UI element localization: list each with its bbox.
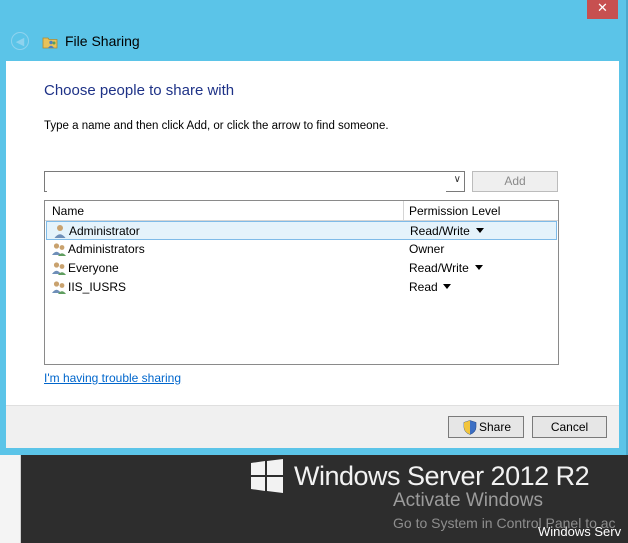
row-name: IIS_IUSRS [68,280,127,294]
list-row-everyone[interactable]: Everyone Read/Write [46,259,557,278]
desktop-corner-text: Windows Serv [538,524,622,539]
permission-dropdown-icon[interactable] [475,265,483,270]
dialog-instructions: Type a name and then click Add, or click… [44,120,389,132]
list-row-administrators[interactable]: Administrators Owner [46,240,557,259]
row-permission: Owner [409,242,445,256]
group-icon [52,281,66,294]
permission-dropdown-icon[interactable] [476,228,484,233]
group-icon [52,243,66,256]
list-row-iis-iusrs[interactable]: IIS_IUSRS Read [46,278,557,297]
column-separator[interactable] [403,201,404,220]
shield-icon [463,420,477,435]
column-header-name[interactable]: Name [52,204,84,218]
dialog-heading: Choose people to share with [44,82,235,99]
brand-text: Windows Server 2012 R2 [294,460,590,491]
activate-windows-title: Activate Windows [393,490,543,511]
window-title: File Sharing [65,33,140,49]
cancel-button[interactable]: Cancel [532,416,607,438]
trouble-sharing-link[interactable]: I'm having trouble sharing [44,371,181,385]
windows-logo-icon [251,459,283,493]
close-button[interactable]: ✕ [587,0,618,19]
row-name: Administrators [68,242,145,256]
file-sharing-icon [42,37,58,49]
share-button-label: Share [479,420,512,434]
group-icon [52,262,66,275]
share-button[interactable]: Share [448,416,524,438]
user-icon [54,225,66,238]
back-button[interactable]: ◀ [11,32,29,50]
row-name: Everyone [68,261,119,275]
list-row-administrator[interactable]: Administrator Read/Write [46,221,557,240]
row-name: Administrator [69,224,140,238]
row-permission[interactable]: Read/Write [410,224,470,238]
permission-dropdown-icon[interactable] [443,284,451,289]
windows-server-brand: Windows Server 2012 R2 [250,458,590,494]
row-permission[interactable]: Read/Write [409,261,469,275]
name-input[interactable] [47,173,446,192]
add-button[interactable]: Add [472,171,558,192]
chevron-down-icon[interactable]: ∨ [454,174,461,185]
desktop-window-edge [0,455,21,543]
column-header-permission[interactable]: Permission Level [409,204,500,218]
dialog-footer [6,405,619,448]
name-combobox[interactable]: ∨ [44,171,465,192]
row-permission[interactable]: Read [409,280,438,294]
list-header: Name Permission Level [45,201,558,221]
sharing-list[interactable]: Name Permission Level Administrator Read… [44,200,559,365]
